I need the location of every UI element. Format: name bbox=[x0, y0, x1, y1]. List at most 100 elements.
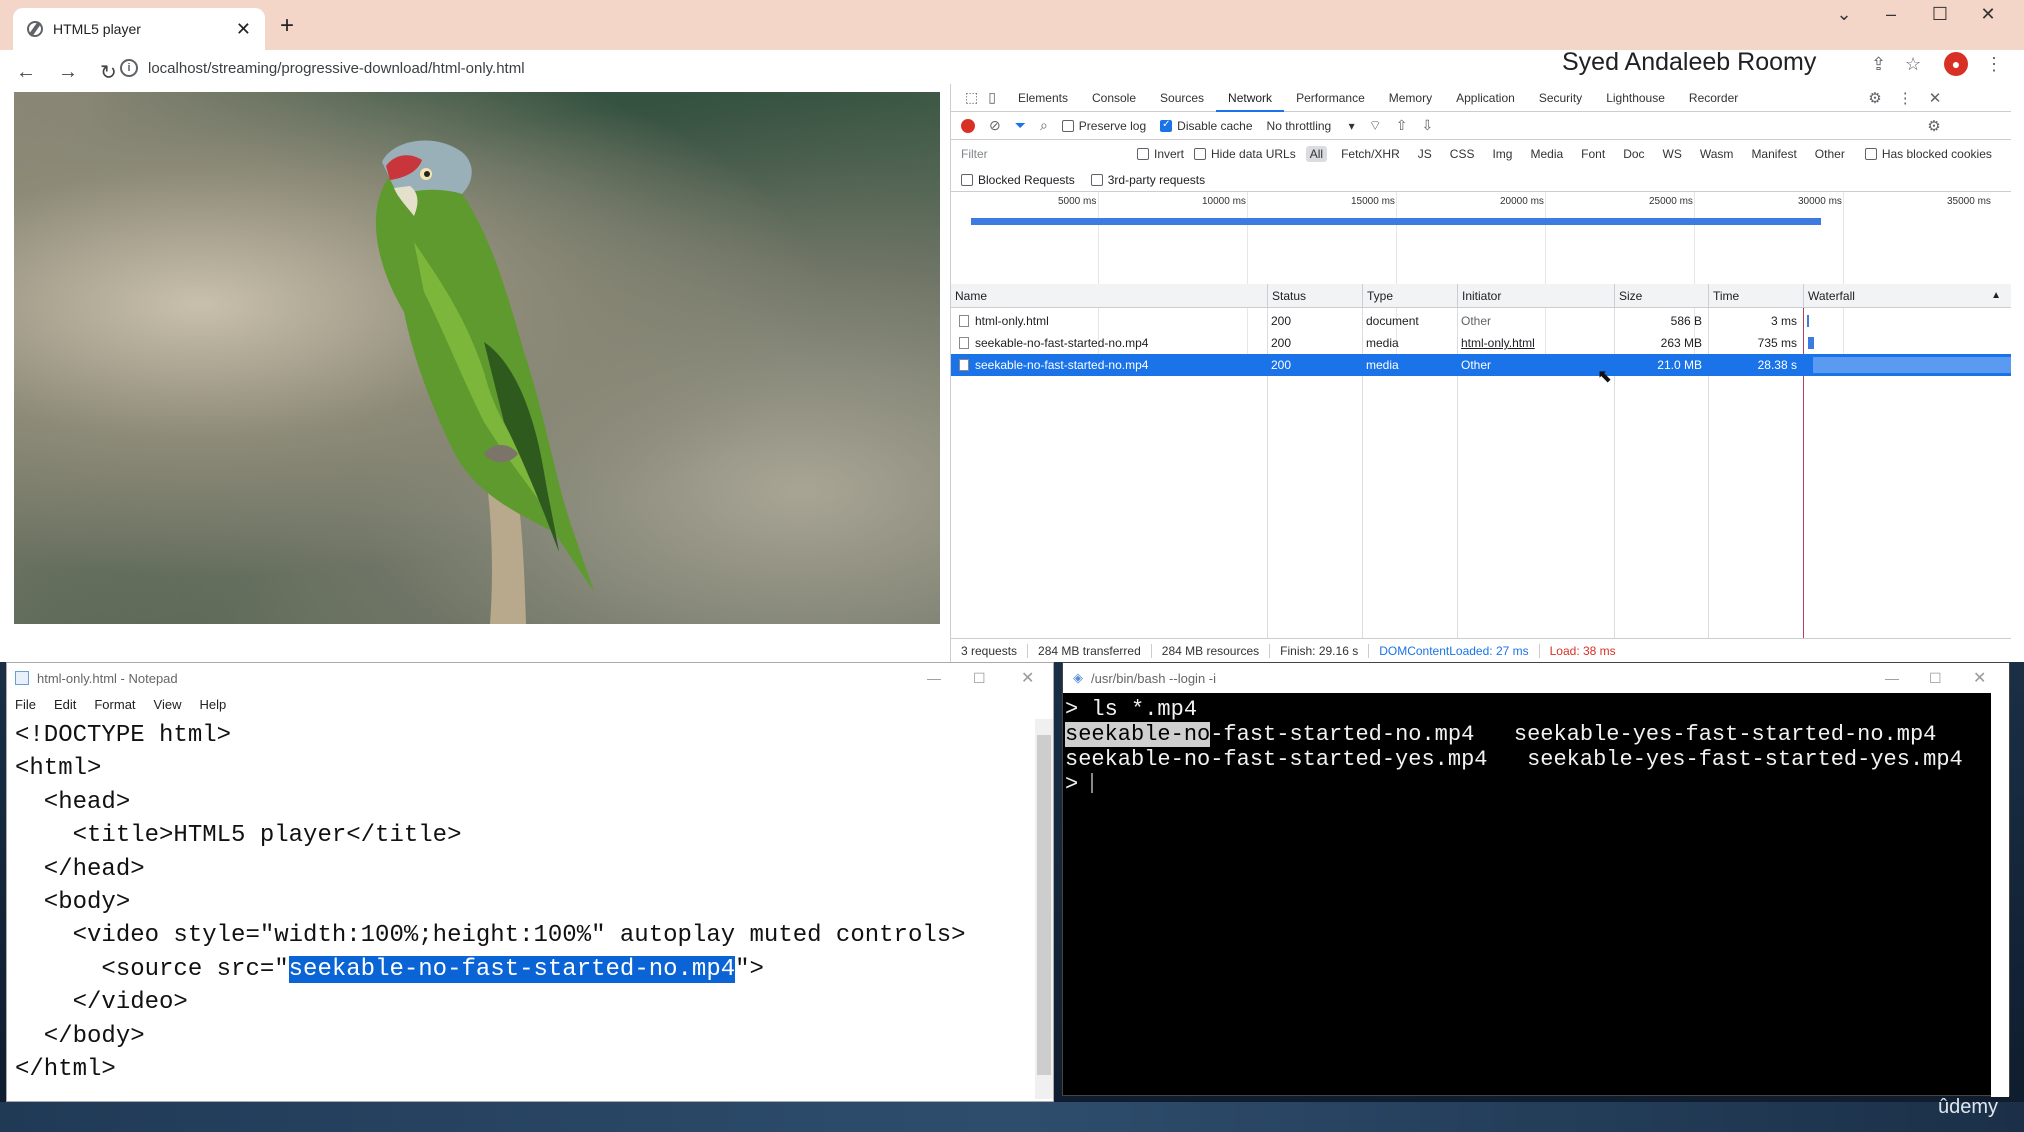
col-time[interactable]: Time bbox=[1708, 284, 1739, 308]
tab-security[interactable]: Security bbox=[1527, 84, 1594, 112]
device-toggle-icon[interactable]: ▯ bbox=[984, 89, 1006, 106]
invert-label: Invert bbox=[1154, 147, 1185, 161]
terminal-line: seekable-no-fast-started-yes.mp4 seekabl… bbox=[1065, 747, 1985, 772]
network-toolbar: ⊘ ⏷ ⌕ Preserve log Disable cache No thro… bbox=[951, 112, 2011, 140]
filter-js[interactable]: JS bbox=[1414, 146, 1436, 162]
tab-network[interactable]: Network bbox=[1216, 84, 1285, 112]
notepad-text-area[interactable]: <!DOCTYPE html> <html> <head> <title>HTML… bbox=[15, 719, 1025, 1099]
search-icon[interactable]: ⌕ bbox=[1040, 117, 1048, 134]
preserve-log-label: Preserve log bbox=[1078, 118, 1147, 133]
vertical-scrollbar[interactable] bbox=[1991, 693, 2009, 1097]
filter-manifest[interactable]: Manifest bbox=[1747, 146, 1800, 162]
menu-file[interactable]: File bbox=[15, 697, 36, 712]
export-har-icon[interactable]: ⇩ bbox=[1422, 117, 1434, 134]
initiator-link[interactable]: html-only.html bbox=[1457, 332, 1614, 354]
col-initiator[interactable]: Initiator bbox=[1457, 284, 1501, 308]
filter-css[interactable]: CSS bbox=[1446, 146, 1479, 162]
table-row[interactable]: html-only.html 200 document Other 586 B … bbox=[951, 310, 2011, 332]
filter-img[interactable]: Img bbox=[1488, 146, 1516, 162]
third-party-checkbox[interactable]: 3rd-party requests bbox=[1090, 173, 1205, 187]
tab-application[interactable]: Application bbox=[1444, 84, 1527, 112]
filter-fetch-xhr[interactable]: Fetch/XHR bbox=[1337, 146, 1404, 162]
code-fragment: "> bbox=[735, 955, 764, 983]
col-size[interactable]: Size bbox=[1614, 284, 1642, 308]
reload-icon[interactable]: ↻ bbox=[100, 60, 117, 85]
tab-recorder[interactable]: Recorder bbox=[1677, 84, 1750, 112]
col-name[interactable]: Name bbox=[951, 284, 987, 308]
close-button[interactable]: ✕ bbox=[1021, 668, 1034, 688]
clear-icon[interactable]: ⊘ bbox=[989, 117, 1001, 134]
minimize-button[interactable]: – bbox=[1876, 4, 1906, 25]
size-cell: 586 B bbox=[1670, 314, 1702, 328]
filter-all[interactable]: All bbox=[1305, 146, 1328, 162]
inspect-element-icon[interactable]: ⬚ bbox=[959, 89, 984, 106]
import-har-icon[interactable]: ⇧ bbox=[1396, 117, 1408, 134]
info-icon[interactable]: i bbox=[120, 59, 138, 77]
tab-memory[interactable]: Memory bbox=[1377, 84, 1444, 112]
forward-icon[interactable]: → bbox=[58, 61, 78, 84]
tab-lighthouse[interactable]: Lighthouse bbox=[1594, 84, 1677, 112]
menu-help[interactable]: Help bbox=[199, 697, 226, 712]
maximize-button[interactable]: ☐ bbox=[1925, 4, 1955, 25]
preserve-log-checkbox[interactable]: Preserve log bbox=[1061, 118, 1147, 133]
menu-format[interactable]: Format bbox=[94, 697, 135, 712]
video-player[interactable] bbox=[14, 92, 940, 624]
profile-avatar[interactable]: ● bbox=[1944, 52, 1968, 76]
col-type[interactable]: Type bbox=[1362, 284, 1393, 308]
blocked-requests-checkbox[interactable]: Blocked Requests bbox=[961, 173, 1075, 187]
address-bar[interactable]: i localhost/streaming/progressive-downlo… bbox=[120, 52, 1520, 84]
maximize-button[interactable]: ☐ bbox=[973, 670, 986, 687]
devtools-close-icon[interactable]: ✕ bbox=[1929, 89, 1942, 107]
devtools-menu-icon[interactable]: ⋮ bbox=[1898, 89, 1913, 107]
separator bbox=[1269, 643, 1271, 658]
filter-ws[interactable]: WS bbox=[1659, 146, 1686, 162]
tab-close-icon[interactable]: ✕ bbox=[236, 19, 251, 40]
col-status[interactable]: Status bbox=[1267, 284, 1306, 308]
back-icon[interactable]: ← bbox=[16, 61, 36, 84]
share-icon[interactable]: ⇪ bbox=[1871, 54, 1886, 75]
tab-console[interactable]: Console bbox=[1080, 84, 1148, 112]
invert-checkbox[interactable]: Invert bbox=[1137, 147, 1184, 161]
terminal-output[interactable]: > ls *.mp4 seekable-no-fast-started-no.mp… bbox=[1065, 697, 1985, 797]
filter-other[interactable]: Other bbox=[1811, 146, 1849, 162]
table-row[interactable]: seekable-no-fast-started-no.mp4 200 medi… bbox=[951, 332, 2011, 354]
settings-gear-icon[interactable]: ⚙ bbox=[1868, 89, 1881, 107]
filter-wasm[interactable]: Wasm bbox=[1696, 146, 1738, 162]
filter-font[interactable]: Font bbox=[1577, 146, 1609, 162]
disable-cache-checkbox[interactable]: Disable cache bbox=[1160, 119, 1253, 133]
tab-search-icon[interactable]: ⌄ bbox=[1829, 4, 1859, 25]
maximize-button[interactable]: ☐ bbox=[1929, 670, 1942, 687]
close-window-button[interactable]: ✕ bbox=[1973, 4, 2003, 25]
minimize-button[interactable]: — bbox=[1885, 670, 1899, 686]
menu-edit[interactable]: Edit bbox=[54, 697, 76, 712]
close-button[interactable]: ✕ bbox=[1973, 668, 1986, 688]
filter-icon[interactable]: ⏷ bbox=[1015, 117, 1026, 134]
menu-view[interactable]: View bbox=[154, 697, 182, 712]
notepad-titlebar: html-only.html - Notepad — ☐ ✕ bbox=[7, 663, 1055, 693]
col-waterfall[interactable]: Waterfall ▲ bbox=[1803, 284, 2011, 308]
filter-doc[interactable]: Doc bbox=[1619, 146, 1648, 162]
record-icon[interactable] bbox=[961, 118, 975, 133]
has-blocked-cookies-checkbox[interactable]: Has blocked cookies bbox=[1864, 147, 1992, 161]
network-settings-icon[interactable]: ⚙ bbox=[1927, 117, 1940, 135]
browser-window: HTML5 player ✕ + ⌄ – ☐ ✕ ← → ↻ i localho… bbox=[0, 0, 2024, 662]
file-name: seekable-yes-fast-started-yes.mp4 bbox=[1527, 747, 1963, 772]
throttling-select[interactable]: No throttling ▾ bbox=[1267, 119, 1355, 133]
menu-kebab-icon[interactable]: ⋮ bbox=[1985, 54, 2003, 75]
new-tab-button[interactable]: + bbox=[280, 12, 294, 40]
bookmark-star-icon[interactable]: ☆ bbox=[1905, 54, 1921, 75]
selected-text: seekable-no bbox=[1065, 722, 1211, 747]
tab-elements[interactable]: Elements bbox=[1006, 84, 1080, 112]
vertical-scrollbar[interactable] bbox=[1035, 719, 1053, 1099]
tab-sources[interactable]: Sources bbox=[1148, 84, 1216, 112]
scrollbar-thumb[interactable] bbox=[1037, 735, 1051, 1075]
filter-input[interactable]: Filter bbox=[957, 143, 1127, 165]
minimize-button[interactable]: — bbox=[927, 670, 941, 686]
filter-media[interactable]: Media bbox=[1526, 146, 1567, 162]
table-row-selected[interactable]: seekable-no-fast-started-no.mp4 200 medi… bbox=[951, 354, 2011, 376]
tab-performance[interactable]: Performance bbox=[1284, 84, 1377, 112]
browser-tab[interactable]: HTML5 player ✕ bbox=[13, 8, 265, 50]
hide-data-urls-checkbox[interactable]: Hide data URLs bbox=[1194, 147, 1296, 161]
network-conditions-icon[interactable]: ⌔ bbox=[1369, 117, 1382, 135]
dom-content-loaded: DOMContentLoaded: 27 ms bbox=[1379, 643, 1529, 658]
